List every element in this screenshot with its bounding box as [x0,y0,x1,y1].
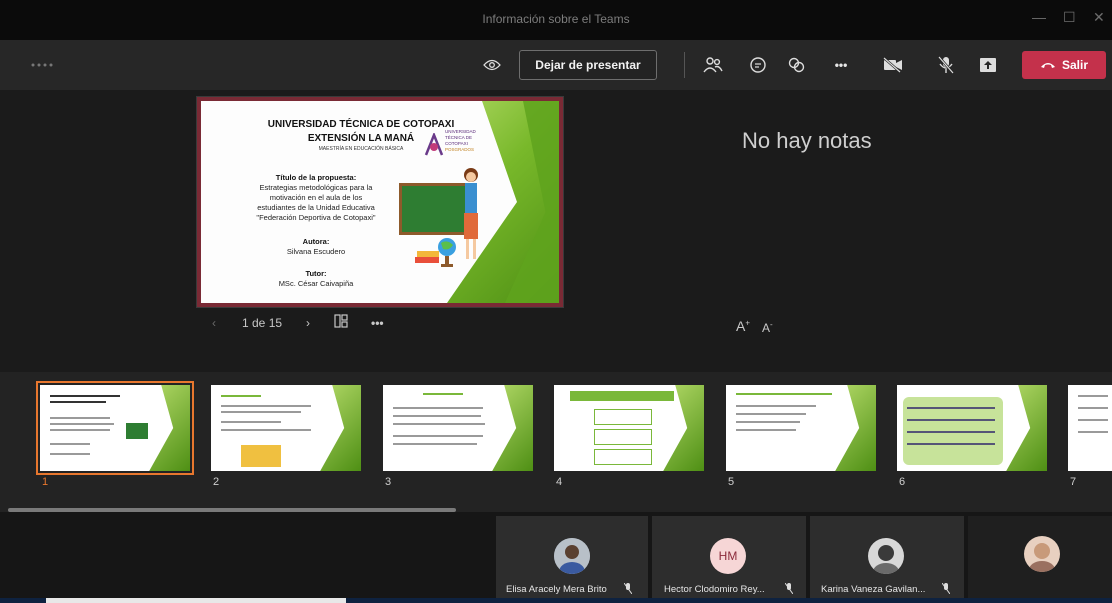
participants-icon[interactable] [700,50,726,80]
thumbnail-number: 6 [899,476,906,488]
slide-tutor: MSc. César Caivapiña [278,279,354,288]
thumbnail-number: 7 [1070,476,1077,488]
slide-author: Silvana Escudero [286,247,346,256]
thumbnail-number: 4 [556,476,563,488]
leave-button[interactable]: Salir [1022,51,1106,79]
mic-off-icon[interactable] [933,50,959,80]
slide-content: UNIVERSIDAD TÉCNICA DE COTOPAXI EXTENSIÓ… [201,101,559,303]
more-options-icon[interactable]: ••• [828,50,854,80]
reactions-icon[interactable] [783,50,809,80]
slide-author-heading: Autora: [302,237,330,246]
thumbnail-number: 3 [385,476,392,488]
current-slide[interactable]: UNIVERSIDAD TÉCNICA DE COTOPAXI EXTENSIÓ… [196,96,564,308]
logo-line-4: POSGRADOS [445,147,475,152]
title-bar: Información sobre el Teams — ☐ ✕ [0,0,1112,40]
share-screen-icon[interactable] [975,50,1001,80]
font-decrease-label: A [762,321,771,335]
minimize-button[interactable]: — [1032,9,1046,25]
slide-proposal-line-3: estudiantes de la Unidad Educativa [257,203,375,212]
slide-more-options[interactable]: ••• [371,316,384,330]
slide-thumbnail[interactable] [36,381,194,475]
slide-thumbnail[interactable] [383,385,533,471]
slide-proposal-line-1: Estrategias metodológicas para la [259,183,373,192]
phone-hangup-icon [1040,63,1055,68]
notes-empty-text: No hay notas [742,128,872,153]
participant-name: Karina Vaneza Gavilan... [821,584,926,595]
participant-name: Elisa Aracely Mera Brito [506,584,607,595]
slide-proposal-heading: Título de la propuesta: [275,173,357,182]
taskbar [0,598,1112,603]
slide-thumbnail[interactable] [554,385,704,471]
participant-tile[interactable] [968,516,1112,600]
slide-thumbnail[interactable] [1068,385,1112,471]
stop-presenting-button[interactable]: Dejar de presentar [519,50,657,80]
thumbnail-number: 2 [213,476,220,488]
avatar [868,538,904,574]
previous-slide-button[interactable]: ‹ [212,316,216,330]
window-title: Información sobre el Teams [482,12,630,26]
close-button[interactable]: ✕ [1093,9,1105,26]
camera-off-icon[interactable] [880,50,906,80]
dots-loading-icon [28,50,56,80]
font-decrease-button[interactable]: A- [762,320,773,335]
mic-off-icon [942,583,950,594]
eye-icon[interactable] [480,50,504,80]
leave-label: Salir [1061,58,1088,72]
avatar [554,538,590,574]
font-increase-label: A [736,318,746,334]
thumbnail-number: 5 [728,476,735,488]
maximize-button[interactable]: ☐ [1063,9,1076,26]
thumbnail-number: 1 [42,476,49,488]
mic-off-icon [785,583,793,594]
taskbar-search[interactable] [46,598,346,603]
teacher-illustration [464,168,478,259]
avatar: HM [710,538,746,574]
chat-icon[interactable] [745,50,771,80]
globe-books-illustration [415,238,456,267]
slide-tutor-heading: Tutor: [305,269,327,278]
next-slide-button[interactable]: › [306,316,310,330]
slide-proposal-line-4: "Federación Deportiva de Cotopaxi" [256,213,376,222]
meeting-toolbar: Dejar de presentar ••• Salir [0,40,1112,90]
mic-off-icon [624,583,632,594]
font-increase-button[interactable]: A+ [736,318,750,334]
slide-grid-icon[interactable] [334,314,348,331]
participant-name: Hector Clodomiro Rey... [664,584,765,595]
slide-proposal-line-2: motivación en el aula de los [269,193,363,202]
slide-thumbnail[interactable] [897,385,1047,471]
university-logo: UNIVERSIDAD TÉCNICA DE COTOPAXI POSGRADO… [423,129,483,169]
slide-thumbnail[interactable] [211,385,361,471]
avatar [1024,536,1060,572]
slide-thumbnail[interactable] [726,385,876,471]
toolbar-divider [684,52,685,78]
page-indicator: 1 de 15 [242,316,283,330]
